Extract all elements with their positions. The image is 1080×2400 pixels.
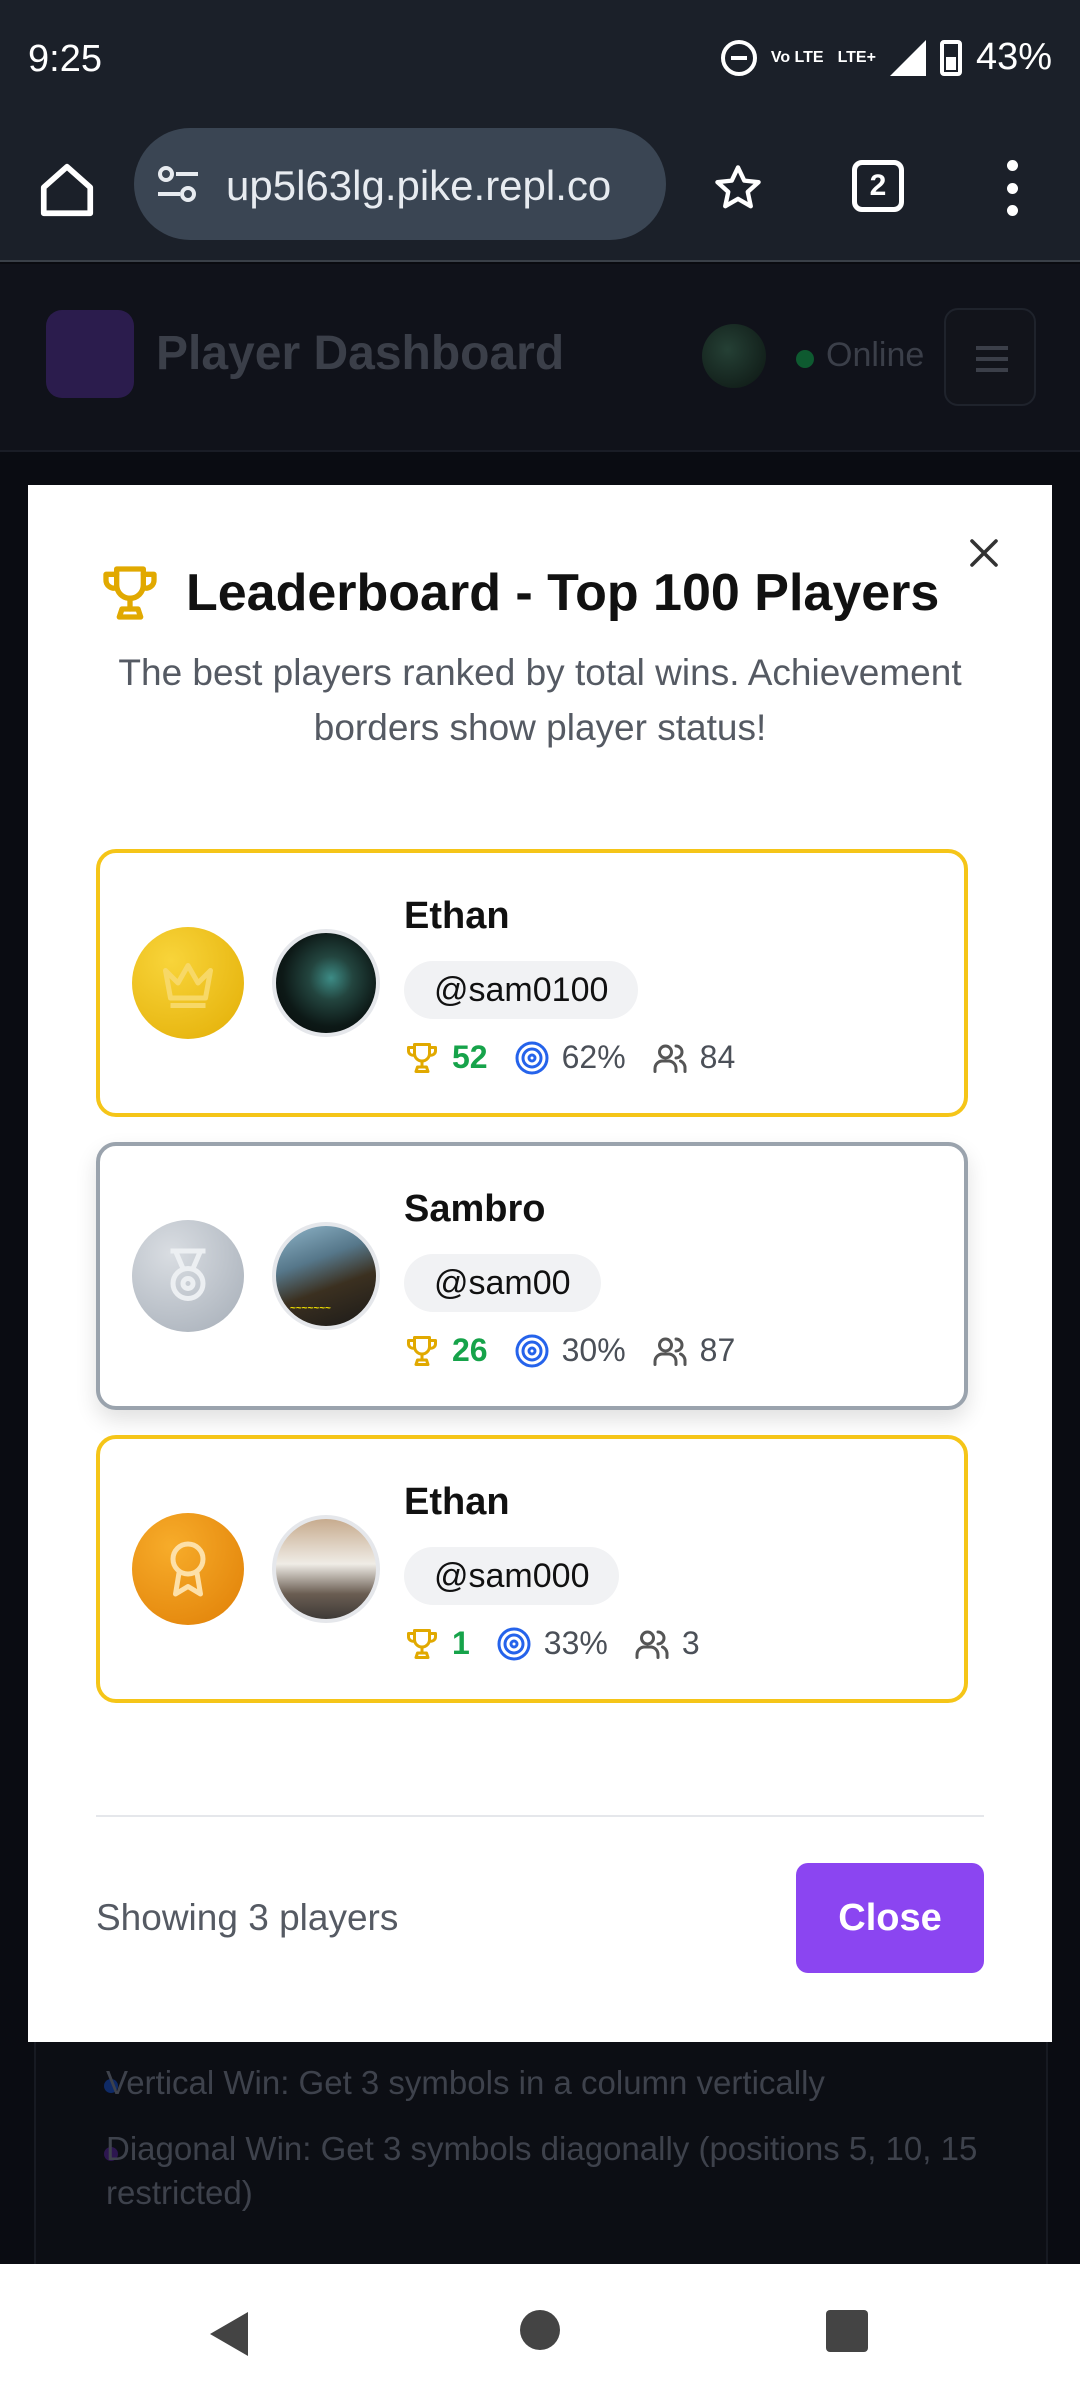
wins-stat: 52: [404, 1039, 488, 1076]
browser-toolbar: up5l63lg.pike.repl.co 2: [0, 124, 1080, 262]
home-icon[interactable]: [36, 159, 98, 221]
crown-icon: [163, 963, 213, 1008]
users-icon: [653, 1337, 687, 1366]
avatar: [272, 1515, 380, 1623]
hamburger-menu-button[interactable]: [944, 308, 1036, 406]
win-rate-stat: 30%: [514, 1332, 626, 1369]
modal-description: The best players ranked by total wins. A…: [118, 652, 962, 748]
player-handle: @sam000: [404, 1547, 620, 1605]
player-stats: 26 30% 87: [404, 1332, 761, 1369]
modal-title: Leaderboard - Top 100 Players: [186, 564, 940, 622]
wins-count: 26: [452, 1332, 488, 1368]
battery-icon: [939, 39, 962, 76]
player-handle: @sam00: [404, 1254, 601, 1312]
status-icons: Vo LTE LTE+ 43%: [720, 36, 1052, 79]
leaderboard-modal: Leaderboard - Top 100 Players The best p…: [28, 485, 1052, 2042]
close-button[interactable]: Close: [796, 1863, 984, 1973]
system-nav-bar: [0, 2264, 1080, 2400]
leaderboard-card-3[interactable]: Ethan @sam000 1 33% 3: [96, 1435, 968, 1703]
signal-icon: [889, 39, 926, 76]
wins-count: 52: [452, 1039, 488, 1075]
wins-stat: 1: [404, 1625, 470, 1662]
browser-menu-icon[interactable]: [1002, 160, 1022, 216]
leaderboard-card-2[interactable]: ~~~~~~~ Sambro @sam00 26 30% 87: [96, 1142, 968, 1410]
battery-percent: 43%: [975, 36, 1052, 78]
trophy-icon: [407, 1335, 437, 1366]
friends-count: 87: [699, 1332, 736, 1368]
target-icon: [515, 1041, 549, 1074]
lte-icon: LTE+: [837, 48, 876, 66]
online-indicator-icon: [796, 350, 814, 368]
avatar: ~~~~~~~: [272, 1222, 380, 1330]
home-circle-icon[interactable]: [520, 2310, 560, 2350]
win-rate: 30%: [561, 1332, 626, 1368]
rank-badge: [132, 1220, 244, 1332]
player-name: Sambro: [404, 1188, 546, 1230]
trophy-icon: [407, 1628, 437, 1659]
rank-badge: [132, 927, 244, 1039]
tab-switcher-button[interactable]: 2: [852, 160, 904, 212]
win-rate-stat: 62%: [514, 1039, 626, 1076]
friends-stat: 3: [634, 1625, 700, 1662]
win-rate-stat: 33%: [496, 1625, 608, 1662]
bookmark-star-icon[interactable]: [712, 162, 764, 214]
back-icon[interactable]: [210, 2312, 248, 2356]
app-title: Player Dashboard: [156, 327, 565, 380]
player-name: Ethan: [404, 895, 510, 937]
do-not-disturb-icon: [720, 39, 757, 76]
rank-badge: [132, 1513, 244, 1625]
win-rate: 62%: [561, 1039, 626, 1075]
close-icon[interactable]: [966, 535, 1002, 571]
win-rate: 33%: [543, 1625, 608, 1661]
users-icon: [635, 1630, 669, 1659]
gamepad-icon: [46, 310, 134, 398]
player-stats: 1 33% 3: [404, 1625, 726, 1662]
volte-icon: Vo LTE: [770, 48, 824, 66]
site-settings-icon[interactable]: [156, 164, 200, 204]
divider: [96, 1815, 984, 1817]
url-text: up5l63lg.pike.repl.co: [226, 162, 612, 209]
rule-text: Vertical Win: Get 3 symbols in a column …: [106, 2064, 825, 2101]
award-icon: [170, 1541, 206, 1597]
leaderboard-card-1[interactable]: Ethan @sam0100 52 62% 84: [96, 849, 968, 1117]
avatar: [272, 929, 380, 1037]
trophy-icon: [103, 566, 157, 620]
player-handle: @sam0100: [404, 961, 639, 1019]
friends-count: 84: [699, 1039, 736, 1075]
avatar-caption: ~~~~~~~: [290, 1303, 331, 1314]
player-name: Ethan: [404, 1481, 510, 1523]
target-icon: [515, 1334, 549, 1367]
avatar[interactable]: [702, 324, 766, 388]
online-status: Online: [826, 336, 925, 374]
target-icon: [497, 1627, 531, 1660]
friends-stat: 84: [652, 1039, 736, 1076]
address-bar[interactable]: up5l63lg.pike.repl.co: [134, 128, 666, 240]
wins-stat: 26: [404, 1332, 488, 1369]
clock: 9:25: [28, 38, 102, 80]
recent-apps-icon[interactable]: [826, 2310, 868, 2352]
app-header: Player Dashboard Online: [0, 264, 1080, 452]
wins-count: 1: [452, 1625, 470, 1661]
friends-count: 3: [681, 1625, 700, 1661]
users-icon: [653, 1044, 687, 1073]
rule-text: Diagonal Win: Get 3 symbols diagonally (…: [106, 2130, 978, 2211]
trophy-icon: [407, 1042, 437, 1073]
player-count-text: Showing 3 players: [96, 1897, 399, 1938]
player-stats: 52 62% 84: [404, 1039, 761, 1076]
status-bar: 9:25 Vo LTE LTE+ 43%: [0, 0, 1080, 124]
medal-icon: [170, 1248, 206, 1301]
friends-stat: 87: [652, 1332, 736, 1369]
